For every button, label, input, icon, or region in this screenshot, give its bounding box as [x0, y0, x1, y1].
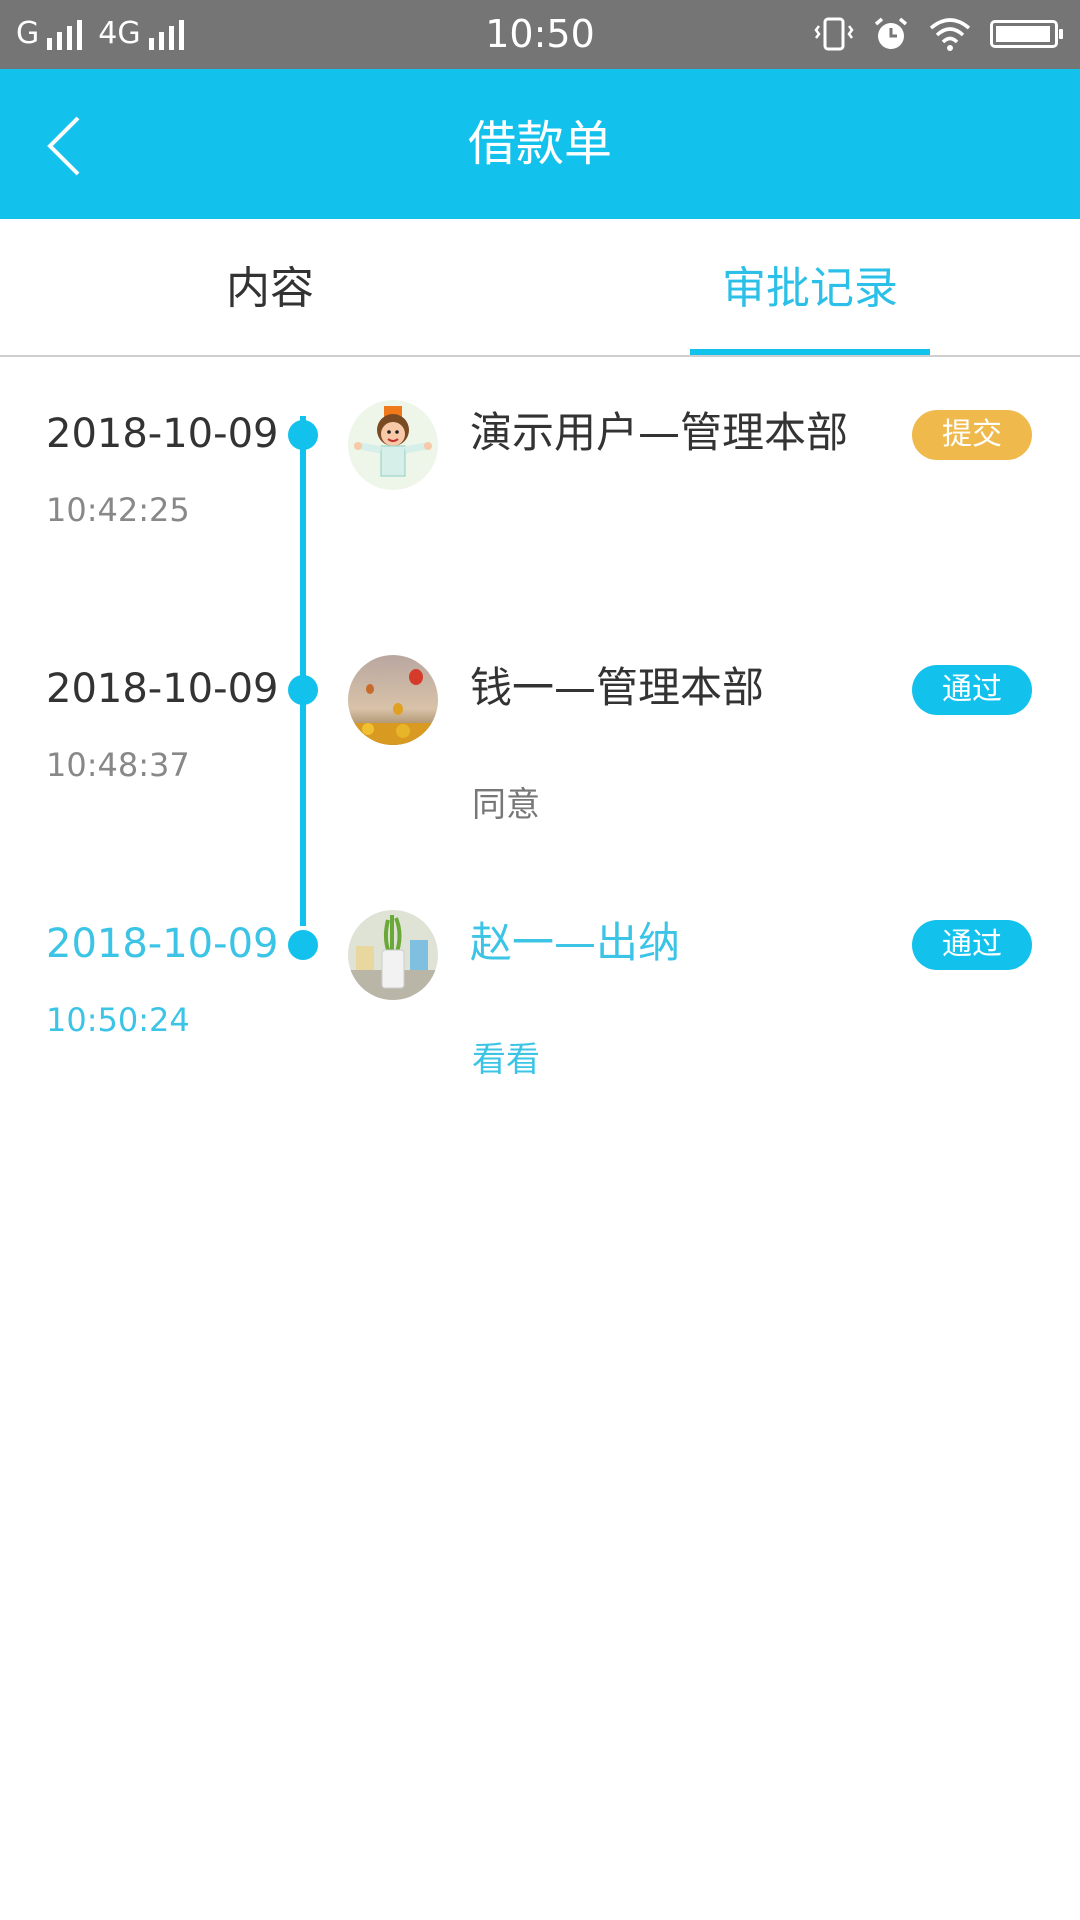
battery-icon [990, 20, 1063, 48]
approver-name: 赵一—出纳 [470, 918, 681, 967]
record-time: 10:50:24 [46, 1001, 190, 1039]
timeline-dot [288, 930, 318, 960]
approval-record: 2018-10-09 10:42:25 演示用户—管理本部 提交 [0, 400, 1080, 650]
approval-record: 2018-10-09 10:48:37 钱一—管理本部 通过 同意 [0, 655, 1080, 905]
alarm-icon [874, 17, 908, 49]
avatar [348, 655, 438, 745]
page-title: 借款单 [467, 116, 612, 172]
nav-header: 借款单 [0, 69, 1080, 219]
plant-vase-avatar-icon [348, 910, 438, 1000]
timeline-dot [288, 675, 318, 705]
wifi-icon [929, 18, 971, 51]
avatar [348, 910, 438, 1000]
active-tab-indicator [690, 349, 930, 355]
status-badge: 通过 [912, 920, 1032, 970]
tab-approval-records[interactable]: 审批记录 [540, 219, 1080, 355]
vibrate-icon [814, 17, 854, 51]
status-badge: 提交 [912, 410, 1032, 460]
status-badge: 通过 [912, 665, 1032, 715]
timeline-dot [288, 420, 318, 450]
record-date: 2018-10-09 [46, 411, 279, 457]
status-bar: G 4G 10:50 [0, 0, 1080, 69]
balloons-sky-avatar-icon [348, 655, 438, 745]
approval-record: 2018-10-09 10:50:24 赵一—出纳 通过 看看 [0, 910, 1080, 1160]
status-icons [814, 14, 1063, 54]
tab-bar: 内容 审批记录 [0, 219, 1080, 357]
avatar [348, 400, 438, 490]
tab-content[interactable]: 内容 [0, 219, 540, 355]
approval-comment: 看看 [472, 1040, 540, 1080]
record-time: 10:48:37 [46, 746, 190, 784]
cartoon-boy-avatar-icon [348, 400, 438, 490]
record-time: 10:42:25 [46, 491, 190, 529]
approver-name: 钱一—管理本部 [470, 663, 765, 712]
record-date: 2018-10-09 [46, 921, 279, 967]
record-date: 2018-10-09 [46, 666, 279, 712]
approval-comment: 同意 [472, 785, 540, 825]
approver-name: 演示用户—管理本部 [470, 408, 849, 457]
